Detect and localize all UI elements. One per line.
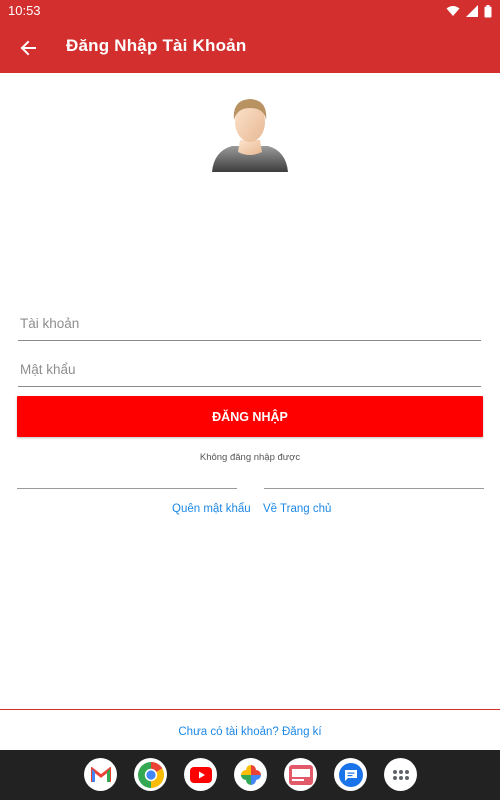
arrow-back-icon	[20, 40, 36, 56]
messages-bubble-icon	[338, 762, 363, 787]
battery-icon	[484, 4, 492, 17]
footer-divider	[0, 709, 500, 710]
register-link-container: Chưa có tài khoản? Đăng kí	[0, 726, 500, 738]
dots-grid-icon	[392, 769, 409, 780]
photos-icon[interactable]	[234, 758, 267, 791]
news-app-logo-icon	[288, 764, 313, 785]
status-bar: 10:53	[0, 0, 500, 22]
home-link[interactable]: Về Trang chủ	[263, 503, 331, 515]
page-title: Đăng Nhập Tài Khoản	[66, 36, 247, 55]
username-field[interactable]	[18, 306, 485, 341]
divider-right	[264, 488, 484, 489]
chrome-icon[interactable]	[134, 758, 167, 791]
password-field[interactable]	[18, 352, 485, 387]
status-icons	[446, 3, 492, 19]
news-app-icon[interactable]	[284, 758, 317, 791]
app-bar: Đăng Nhập Tài Khoản	[0, 22, 500, 73]
gmail-icon[interactable]	[84, 758, 117, 791]
register-link[interactable]: Chưa có tài khoản? Đăng kí	[178, 726, 321, 738]
username-input[interactable]	[18, 306, 485, 340]
youtube-logo-icon	[189, 766, 212, 783]
divider-left	[17, 488, 237, 489]
messages-icon[interactable]	[334, 758, 367, 791]
gmail-logo-icon	[90, 767, 111, 782]
wifi-icon	[446, 6, 460, 16]
password-input[interactable]	[18, 352, 485, 386]
app-drawer-icon[interactable]	[384, 758, 417, 791]
youtube-icon[interactable]	[184, 758, 217, 791]
login-problem-text: Không đăng nhập được	[199, 452, 301, 463]
status-time: 10:53	[8, 3, 41, 18]
photos-pinwheel-icon	[240, 764, 261, 785]
login-button[interactable]: ĐĂNG NHẬP	[17, 396, 483, 437]
app-dock	[0, 750, 500, 800]
chrome-logo-icon	[137, 761, 164, 788]
back-button[interactable]	[12, 33, 44, 63]
user-avatar-icon	[212, 99, 288, 172]
forgot-password-link[interactable]: Quên mật khẩu	[172, 503, 251, 515]
cellular-signal-icon	[466, 5, 478, 17]
